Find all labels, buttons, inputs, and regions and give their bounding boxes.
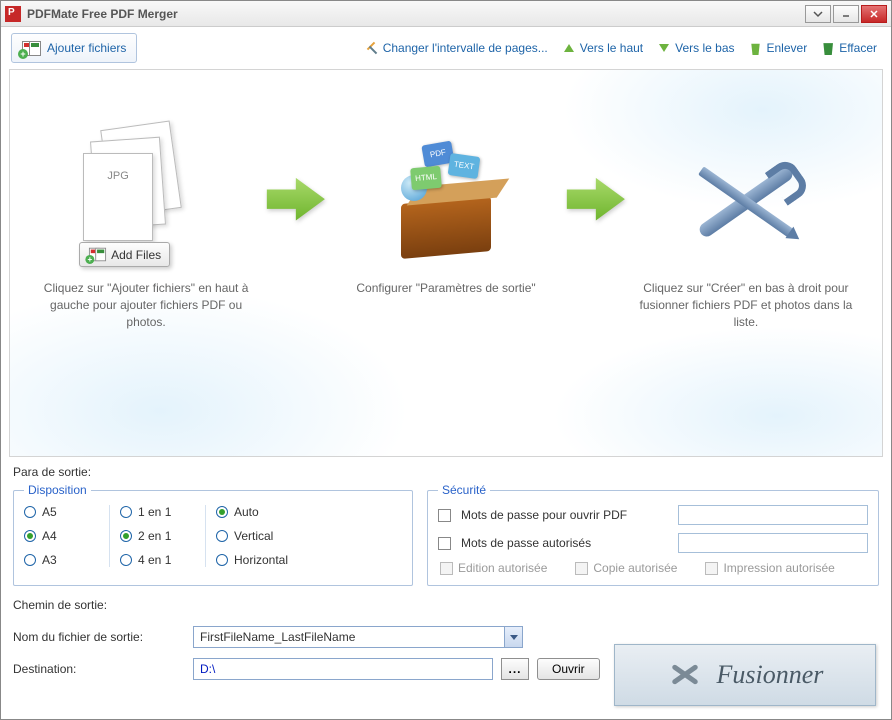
open-button[interactable]: Ouvrir <box>537 658 600 680</box>
move-down-button[interactable]: Vers le bas <box>653 39 738 57</box>
step-2-text: Configurer "Paramètres de sortie" <box>330 280 562 297</box>
remove-label: Enlever <box>767 41 808 55</box>
step-3: Cliquez sur "Créer" en bas à droit pour … <box>630 120 862 330</box>
destination-input[interactable] <box>193 658 493 680</box>
copy-allowed-checkbox <box>575 562 588 575</box>
layout-legend: Disposition <box>24 483 91 497</box>
radio-2in1[interactable]: 2 en 1 <box>120 529 201 543</box>
open-password-label: Mots de passe pour ouvrir PDF <box>461 508 668 522</box>
filename-input[interactable] <box>193 626 523 648</box>
radio-a3[interactable]: A3 <box>24 553 105 567</box>
copy-allowed-label: Copie autorisée <box>593 561 677 575</box>
change-range-label: Changer l'intervalle de pages... <box>383 41 548 55</box>
step-1: PDF PDF JPG + Add Files Cliquez sur "Ajo… <box>30 120 262 330</box>
add-files-icon: + <box>22 41 41 56</box>
app-title: PDFMate Free PDF Merger <box>27 7 803 21</box>
jpg-label: JPG <box>84 170 152 182</box>
tools-icon <box>667 657 703 693</box>
filename-dropdown-icon[interactable] <box>504 627 522 647</box>
security-legend: Sécurité <box>438 483 490 497</box>
settings-icon <box>365 41 379 55</box>
radio-1in1[interactable]: 1 en 1 <box>120 505 201 519</box>
titlebar: PDFMate Free PDF Merger <box>1 1 891 27</box>
move-up-button[interactable]: Vers le haut <box>558 39 647 57</box>
edit-allowed-checkbox <box>440 562 453 575</box>
layout-fieldset: Disposition A5 A4 A3 1 en 1 2 en 1 4 en … <box>13 483 413 586</box>
build-button[interactable]: Fusionner <box>614 644 876 706</box>
add-files-button[interactable]: + Ajouter fichiers <box>11 33 137 63</box>
radio-4in1[interactable]: 4 en 1 <box>120 553 201 567</box>
main-area: PDF PDF JPG + Add Files Cliquez sur "Ajo… <box>9 69 883 457</box>
recycle-icon <box>749 41 763 55</box>
move-up-label: Vers le haut <box>580 41 643 55</box>
destination-label: Destination: <box>13 662 193 676</box>
perm-password-input[interactable] <box>678 533 868 553</box>
arrow-icon <box>262 175 330 225</box>
filename-combo[interactable] <box>193 626 523 648</box>
step-2: PDFTEXTHTML Configurer "Paramètres de so… <box>330 120 562 297</box>
filename-label: Nom du fichier de sortie: <box>13 630 193 644</box>
app-icon <box>5 6 21 22</box>
output-path-label: Chemin de sortie: <box>13 590 879 616</box>
edit-allowed-label: Edition autorisée <box>458 561 547 575</box>
security-fieldset: Sécurité Mots de passe pour ouvrir PDF M… <box>427 483 879 586</box>
add-files-label: Ajouter fichiers <box>47 41 126 55</box>
remove-button[interactable]: Enlever <box>745 39 812 57</box>
print-allowed-checkbox <box>705 562 718 575</box>
print-allowed-label: Impression autorisée <box>723 561 834 575</box>
add-files-ill-label: Add Files <box>111 248 161 262</box>
clear-label: Effacer <box>839 41 877 55</box>
arrow-down-icon <box>657 41 671 55</box>
radio-auto[interactable]: Auto <box>216 505 302 519</box>
trash-icon <box>821 41 835 55</box>
add-files-illustration: + Add Files <box>79 242 170 267</box>
perm-password-label: Mots de passe autorisés <box>461 536 668 550</box>
browse-button[interactable]: ... <box>501 658 529 680</box>
build-label: Fusionner <box>717 660 824 690</box>
arrow-up-icon <box>562 41 576 55</box>
step-3-text: Cliquez sur "Créer" en bas à droit pour … <box>630 280 862 330</box>
change-range-button[interactable]: Changer l'intervalle de pages... <box>361 39 552 57</box>
move-down-label: Vers le bas <box>675 41 734 55</box>
clear-button[interactable]: Effacer <box>817 39 881 57</box>
radio-vertical[interactable]: Vertical <box>216 529 302 543</box>
open-password-input[interactable] <box>678 505 868 525</box>
radio-a4[interactable]: A4 <box>24 529 105 543</box>
toolbar: + Ajouter fichiers Changer l'intervalle … <box>1 27 891 69</box>
radio-a5[interactable]: A5 <box>24 505 105 519</box>
output-params-label: Para de sortie: <box>1 457 891 483</box>
radio-horizontal[interactable]: Horizontal <box>216 553 302 567</box>
step-1-text: Cliquez sur "Ajouter fichiers" en haut à… <box>30 280 262 330</box>
close-button[interactable] <box>861 5 887 23</box>
open-password-checkbox[interactable] <box>438 509 451 522</box>
minimize-button[interactable] <box>833 5 859 23</box>
options-button[interactable] <box>805 5 831 23</box>
arrow-icon <box>562 175 630 225</box>
perm-password-checkbox[interactable] <box>438 537 451 550</box>
